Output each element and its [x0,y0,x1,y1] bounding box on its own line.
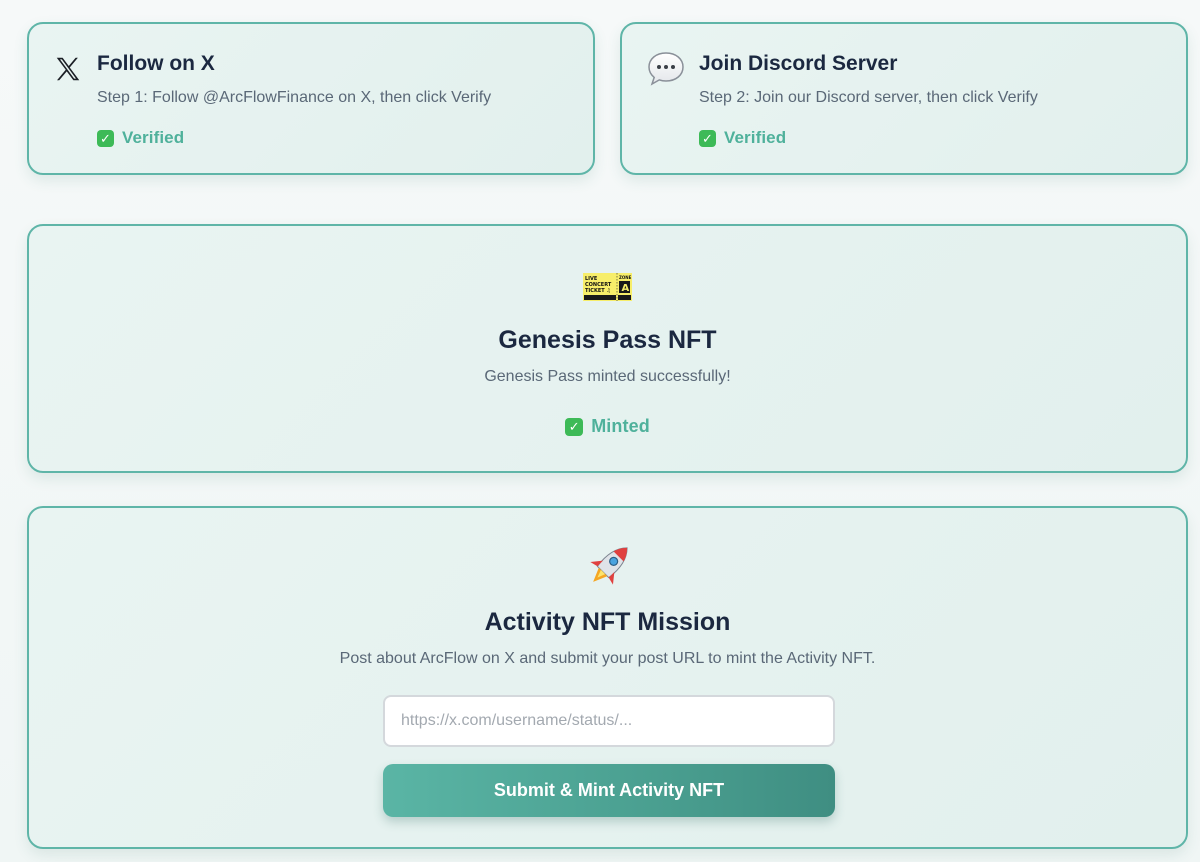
join-discord-card: Join Discord Server Step 2: Join our Dis… [620,22,1188,175]
ticket-text-zone-letter: A [621,283,629,294]
task-description: Step 2: Join our Discord server, then cl… [699,89,1038,106]
follow-x-card: Follow on X Step 1: Follow @ArcFlowFinan… [27,22,595,175]
checkmark-icon: ✓ [565,417,584,436]
activity-title: Activity NFT Mission [484,608,731,636]
verified-status: ✓ Verified [699,128,786,148]
post-url-input[interactable] [383,695,835,747]
ticket-text-ticket: TICKET ♫ [585,288,611,294]
status-label: Verified [122,128,185,147]
genesis-pass-card: LIVE CONCERT TICKET ♫ ZONE A Genesis Pas… [27,224,1188,473]
task-description: Step 1: Follow @ArcFlowFinance on X, the… [97,89,492,106]
ticket-text-zone: ZONE [619,275,632,280]
x-logo-icon [53,54,85,86]
status-label: Minted [591,416,650,436]
speech-bubble-icon [646,50,684,86]
ticket-icon: LIVE CONCERT TICKET ♫ ZONE A [582,272,633,307]
task-title: Follow on X [97,52,215,75]
activity-description: Post about ArcFlow on X and submit your … [339,650,876,667]
genesis-title: Genesis Pass NFT [498,326,717,354]
rocket-icon [582,542,634,597]
genesis-description: Genesis Pass minted successfully! [484,368,731,385]
checkmark-icon: ✓ [699,129,716,147]
verified-status: ✓ Verified [97,128,184,148]
checkmark-icon: ✓ [97,129,114,147]
status-label: Verified [724,128,787,147]
submit-mint-button[interactable]: Submit & Mint Activity NFT [383,764,835,817]
minted-status: ✓ Minted [565,416,650,437]
activity-mission-card: Activity NFT Mission Post about ArcFlow … [27,506,1188,849]
task-title: Join Discord Server [699,52,898,75]
